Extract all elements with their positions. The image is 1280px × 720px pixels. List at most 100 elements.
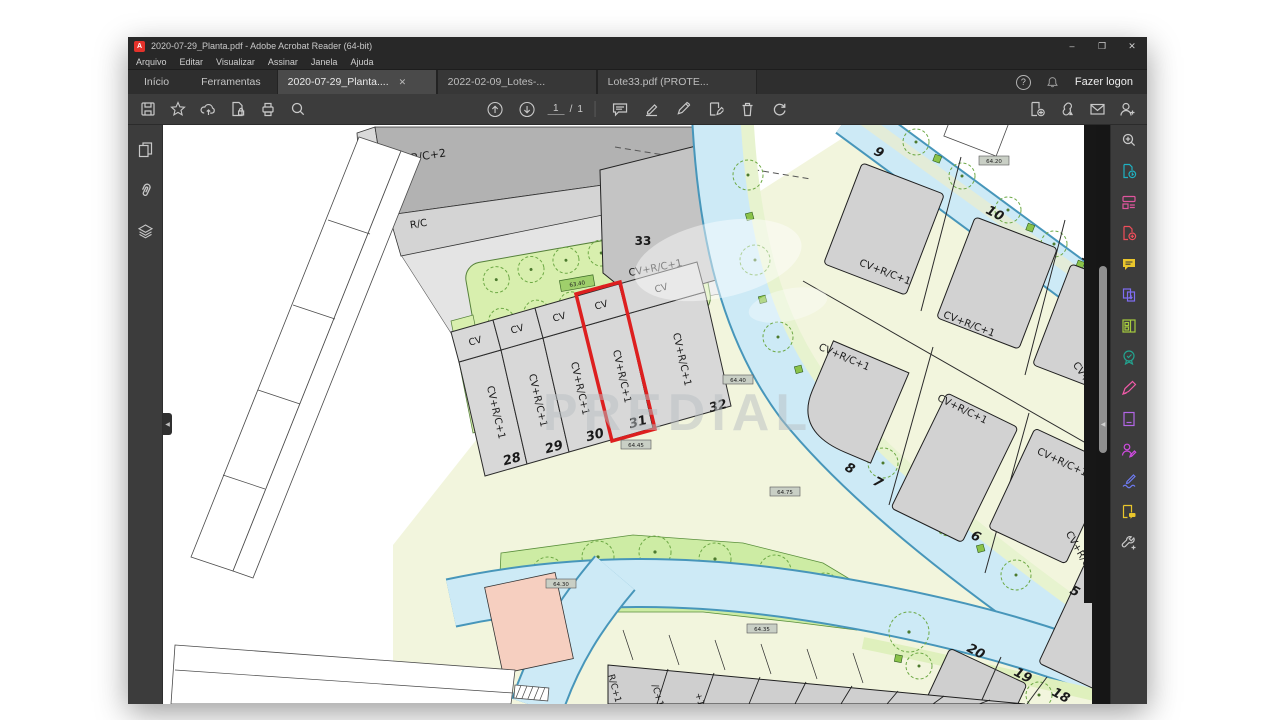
help-icon[interactable]: ? <box>1016 75 1031 90</box>
window-title: 2020-07-29_Planta.pdf - Adobe Acrobat Re… <box>151 41 1051 51</box>
certificates-button[interactable] <box>1121 442 1138 458</box>
fill-sign-tool-button[interactable] <box>704 97 728 121</box>
sign-tool-button[interactable] <box>672 97 696 121</box>
minimize-button[interactable]: – <box>1057 37 1087 55</box>
svg-text:64.35: 64.35 <box>754 627 770 633</box>
marquee-zoom-button[interactable] <box>1121 132 1138 148</box>
redo-tool-button[interactable] <box>768 97 792 121</box>
page-down-icon <box>519 101 536 118</box>
organize-pages-button[interactable] <box>1121 318 1138 334</box>
envelope-icon <box>1089 101 1106 117</box>
tab-inicio[interactable]: Início <box>128 70 185 94</box>
fazer-logon-button[interactable]: Fazer logon <box>1075 76 1133 88</box>
previous-page-button[interactable] <box>483 97 507 121</box>
cloud-upload-button[interactable] <box>196 97 220 121</box>
page-thumbnails-button[interactable] <box>133 137 157 161</box>
main-toolbar: 1 / 1 <box>128 94 1147 125</box>
organize-pages-icon <box>1121 318 1137 334</box>
menu-bar: Arquivo Editar Visualizar Assinar Janela… <box>128 55 1147 70</box>
watermark-text: PREDIAL <box>543 384 813 442</box>
svg-text:64.45: 64.45 <box>628 443 644 449</box>
wrench-plus-icon <box>1121 535 1137 551</box>
prepare-form-button[interactable] <box>1121 411 1138 427</box>
menu-janela[interactable]: Janela <box>311 57 338 67</box>
title-bar: A 2020-07-29_Planta.pdf - Adobe Acrobat … <box>128 37 1147 55</box>
menu-visualizar[interactable]: Visualizar <box>216 57 255 67</box>
page-number-input[interactable]: 1 <box>547 103 565 115</box>
drawing-frame-edge <box>1084 125 1096 603</box>
save-icon <box>140 101 156 117</box>
menu-arquivo[interactable]: Arquivo <box>136 57 167 67</box>
page-divider: / <box>570 104 573 115</box>
save-button[interactable] <box>136 97 160 121</box>
certificate-seal-icon <box>1121 349 1137 365</box>
page-comment-icon <box>1121 504 1137 520</box>
delete-tool-button[interactable] <box>736 97 760 121</box>
vertical-scrollbar[interactable]: ◀ <box>1096 125 1110 704</box>
marker-pen-icon <box>1121 380 1137 396</box>
notifications-bell-icon[interactable] <box>1046 75 1060 89</box>
person-pen-icon <box>1121 442 1137 458</box>
menu-ajuda[interactable]: Ajuda <box>350 57 373 67</box>
create-pdf-from-files-button[interactable] <box>1121 194 1138 210</box>
svg-text:64.75: 64.75 <box>777 490 793 496</box>
page-up-icon <box>487 101 504 118</box>
menu-assinar[interactable]: Assinar <box>268 57 298 67</box>
redact-button[interactable] <box>1121 380 1138 396</box>
lot-33-number: 33 <box>635 234 652 248</box>
comment-panel-button[interactable] <box>1121 256 1138 272</box>
tab-doc-planta[interactable]: 2020-07-29_Planta.... ✕ <box>277 70 437 94</box>
pdf-canvas[interactable]: ◀ R/C+1 R/C+2 R/C <box>163 125 1096 704</box>
tools-panel-bar <box>1110 125 1147 704</box>
print-button[interactable] <box>256 97 280 121</box>
create-pdf-icon <box>1121 225 1137 241</box>
export-pdf-icon <box>1121 163 1137 179</box>
maximize-button[interactable]: ❐ <box>1087 37 1117 55</box>
tab-ferramentas[interactable]: Ferramentas <box>185 70 277 94</box>
page-lock-icon <box>230 101 246 117</box>
comment-tool-button[interactable] <box>608 97 632 121</box>
highlight-tool-button[interactable] <box>640 97 664 121</box>
ink-pen-icon <box>676 101 692 117</box>
combine-files-icon <box>1121 287 1137 303</box>
paperclip-icon <box>137 182 154 199</box>
star-button[interactable] <box>166 97 190 121</box>
email-button[interactable] <box>1085 97 1109 121</box>
form-page-icon <box>1121 411 1137 427</box>
page-total: 1 <box>577 104 583 115</box>
tab-doc-lotes[interactable]: 2022-02-09_Lotes-... <box>437 70 597 94</box>
tab-close-icon[interactable]: ✕ <box>399 77 407 88</box>
more-tools-button[interactable] <box>1121 535 1138 551</box>
file-boxes-icon <box>1121 194 1137 210</box>
send-for-comments-button[interactable] <box>1121 504 1138 520</box>
pdf-standards-button[interactable] <box>1121 349 1138 365</box>
share-link-button[interactable] <box>1055 97 1079 121</box>
next-page-button[interactable] <box>515 97 539 121</box>
fill-and-sign-button[interactable] <box>1121 473 1138 489</box>
tab-doc-lote33[interactable]: Lote33.pdf (PROTE... <box>597 70 757 94</box>
printer-icon <box>260 101 276 117</box>
pages-icon <box>137 141 154 158</box>
find-button[interactable] <box>286 97 310 121</box>
comment-icon <box>1121 256 1137 272</box>
pdf-tools-button[interactable] <box>1025 97 1049 121</box>
add-account-button[interactable] <box>1115 97 1139 121</box>
collapse-left-panel-arrow[interactable]: ◀ <box>163 413 172 435</box>
protect-document-button[interactable] <box>226 97 250 121</box>
close-button[interactable]: ✕ <box>1117 37 1147 55</box>
tab-bar: Início Ferramentas 2020-07-29_Planta....… <box>128 70 1147 94</box>
layers-button[interactable] <box>133 219 157 243</box>
export-pdf-button[interactable] <box>1121 163 1138 179</box>
attachments-button[interactable] <box>133 178 157 202</box>
zoom-icon <box>1121 132 1137 148</box>
create-pdf-button[interactable] <box>1121 225 1138 241</box>
site-plan-drawing: R/C+1 R/C+2 R/C <box>163 125 1096 704</box>
menu-editar[interactable]: Editar <box>180 57 204 67</box>
comment-bubble-icon <box>611 101 628 117</box>
highlighter-icon <box>644 101 660 117</box>
collapse-right-panel-arrow[interactable]: ◀ <box>1097 415 1109 433</box>
star-icon <box>170 101 186 117</box>
acrobat-pdf-icon: A <box>134 41 145 52</box>
combine-files-button[interactable] <box>1121 287 1138 303</box>
acrobat-window: A 2020-07-29_Planta.pdf - Adobe Acrobat … <box>128 37 1147 702</box>
